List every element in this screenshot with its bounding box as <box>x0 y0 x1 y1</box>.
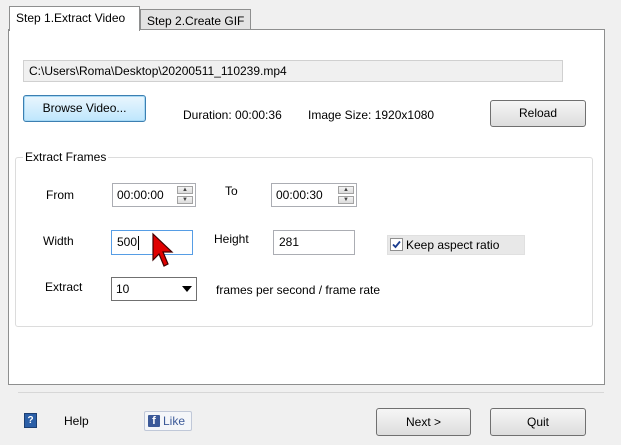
tab-create-gif-label: Step 2.Create GIF <box>147 14 245 28</box>
text-caret <box>138 235 140 250</box>
quit-button[interactable]: Quit <box>490 408 586 436</box>
browse-video-label: Browse Video... <box>42 101 127 115</box>
to-spin-down-icon[interactable]: ▼ <box>338 196 354 204</box>
footer-divider <box>18 392 604 393</box>
keep-aspect-ratio-label: Keep aspect ratio <box>406 238 500 252</box>
from-label: From <box>46 188 74 202</box>
to-spin-up-icon[interactable]: ▲ <box>338 186 354 194</box>
facebook-like-button[interactable]: f Like <box>144 411 192 431</box>
mouse-cursor-icon <box>152 232 174 267</box>
help-link[interactable]: Help <box>64 414 89 428</box>
like-label: Like <box>163 414 186 428</box>
tab-create-gif[interactable]: Step 2.Create GIF <box>140 9 251 31</box>
frame-rate-value: 10 <box>116 282 130 296</box>
to-time-value: 00:00:30 <box>276 188 323 202</box>
reload-label: Reload <box>518 106 558 120</box>
video-path-field[interactable]: C:\Users\Roma\Desktop\20200511_110239.mp… <box>23 60 563 82</box>
chevron-down-icon <box>182 286 192 292</box>
reload-button[interactable]: Reload <box>490 100 586 127</box>
frame-rate-select[interactable]: 10 <box>111 277 197 301</box>
extract-video-panel: C:\Users\Roma\Desktop\20200511_110239.mp… <box>8 29 605 385</box>
height-label: Height <box>214 232 249 246</box>
help-book-icon[interactable]: ? <box>24 413 37 428</box>
from-time-value: 00:00:00 <box>117 188 164 202</box>
checkbox-checked-icon[interactable] <box>390 238 403 251</box>
tab-extract-video-label: Step 1.Extract Video <box>16 11 126 25</box>
to-label: To <box>225 184 238 198</box>
width-value: 500 <box>117 235 138 249</box>
fps-label: frames per second / frame rate <box>216 283 381 297</box>
height-value: 281 <box>279 235 300 249</box>
from-spin-up-icon[interactable]: ▲ <box>177 186 193 194</box>
to-time-spinner[interactable]: 00:00:30 ▲ ▼ <box>271 183 357 207</box>
width-label: Width <box>43 234 74 248</box>
from-time-spinner[interactable]: 00:00:00 ▲ ▼ <box>112 183 196 207</box>
facebook-icon: f <box>148 415 160 427</box>
extract-frames-title: Extract Frames <box>23 150 109 164</box>
keep-aspect-ratio-checkbox[interactable]: Keep aspect ratio <box>387 235 525 255</box>
tab-extract-video[interactable]: Step 1.Extract Video <box>9 6 140 31</box>
next-label: Next > <box>405 415 441 429</box>
next-button[interactable]: Next > <box>376 408 471 436</box>
extract-label: Extract <box>45 280 83 294</box>
duration-text: Duration: 00:00:36 <box>183 108 282 122</box>
browse-video-button[interactable]: Browse Video... <box>23 95 146 122</box>
from-spin-down-icon[interactable]: ▼ <box>177 196 193 204</box>
height-input[interactable]: 281 <box>273 230 355 255</box>
quit-label: Quit <box>526 415 549 429</box>
video-path-text: C:\Users\Roma\Desktop\20200511_110239.mp… <box>29 64 287 78</box>
image-size-text: Image Size: 1920x1080 <box>308 108 435 122</box>
